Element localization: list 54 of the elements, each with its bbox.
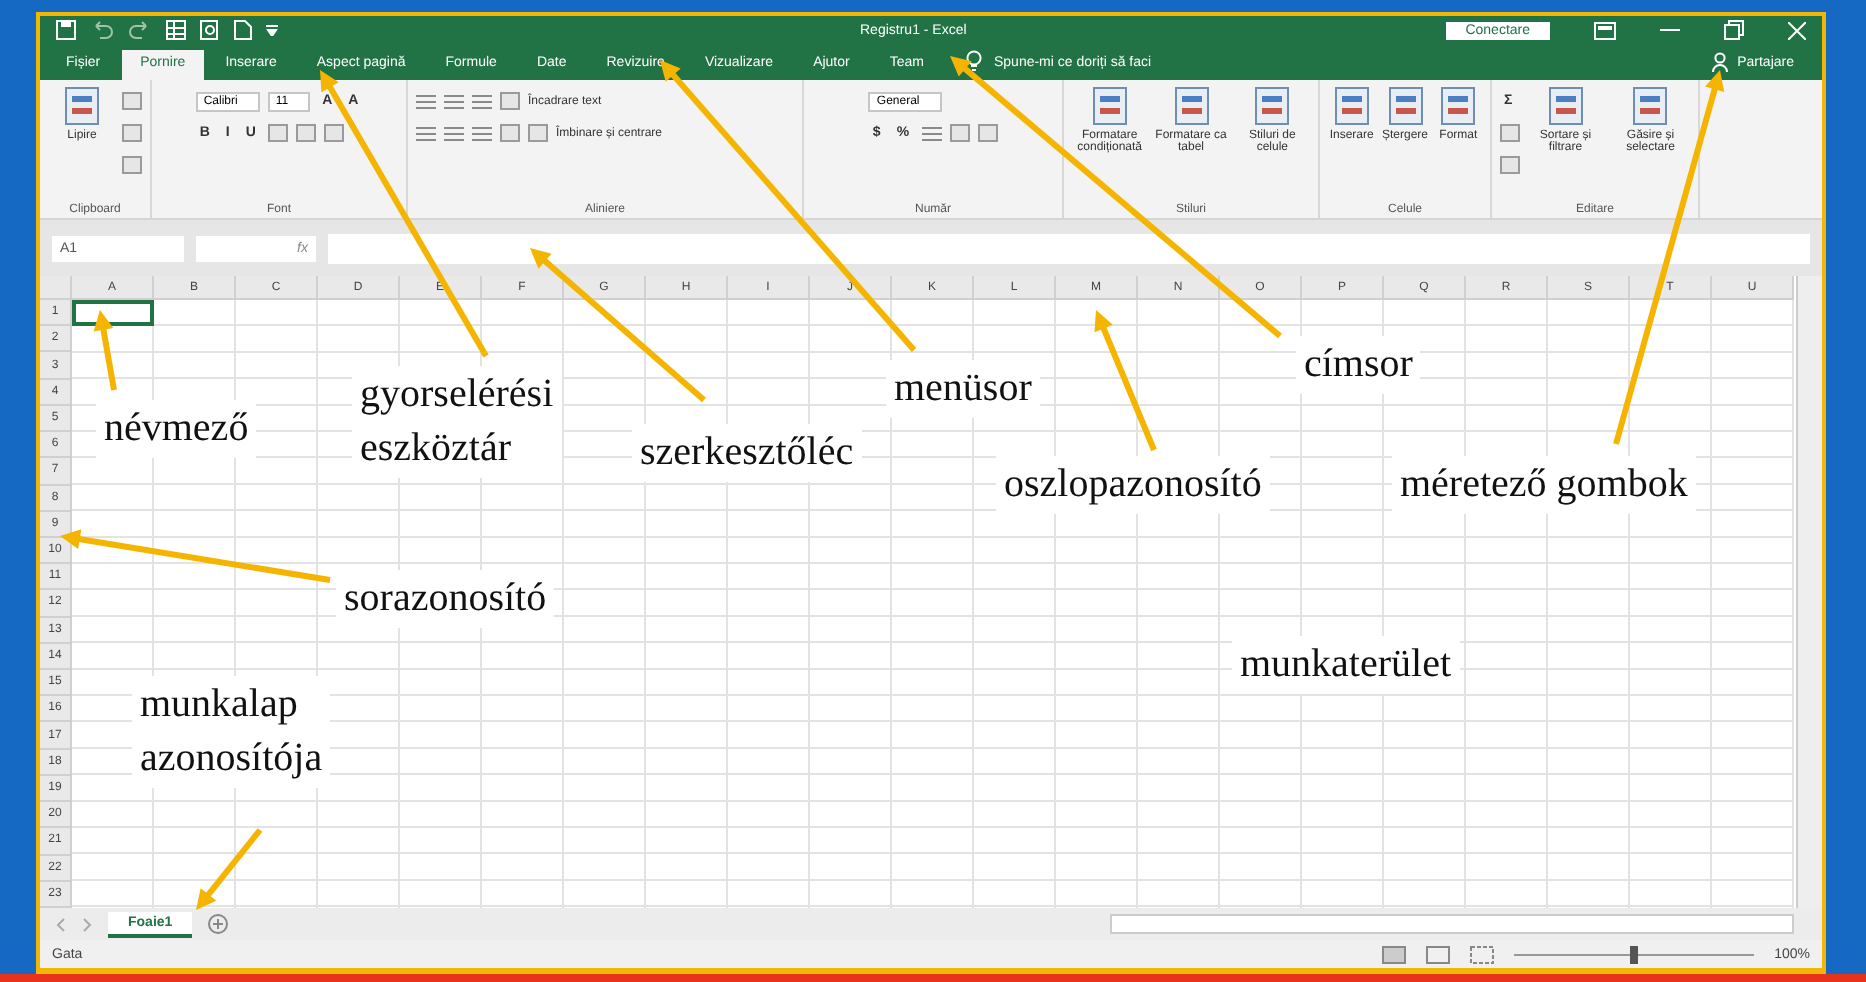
document-icon	[1091, 86, 1128, 126]
align-icon[interactable]	[472, 125, 492, 141]
align-icon[interactable]	[921, 125, 942, 141]
annotation-label: munkalap azonosítója	[132, 676, 331, 788]
ribbon-options-icon[interactable]	[1594, 21, 1616, 39]
tool-icon[interactable]	[977, 124, 998, 142]
document-icon	[1547, 86, 1584, 126]
horizontal-scrollbar[interactable]	[1110, 914, 1794, 934]
close-icon[interactable]	[1788, 21, 1806, 39]
annotation-label: gyorselérési eszköztár	[352, 366, 562, 478]
restore-icon[interactable]	[1724, 20, 1744, 40]
align-icon[interactable]	[444, 93, 464, 109]
align-icon[interactable]	[416, 125, 436, 141]
annotation-label: címsor	[1296, 336, 1421, 394]
lightbulb-icon	[965, 50, 982, 72]
zoom-slider-thumb[interactable]	[1630, 945, 1639, 963]
page-layout-icon[interactable]	[1426, 945, 1451, 963]
annotation-label: méretező gombok	[1392, 456, 1696, 514]
tool-icon[interactable]	[323, 124, 344, 142]
document-icon	[1173, 86, 1209, 126]
annotation-label: névmező	[96, 400, 257, 458]
scroll-left-icon[interactable]	[56, 917, 66, 931]
customize-icon[interactable]	[266, 24, 278, 36]
annotation-label: menüsor	[886, 360, 1040, 418]
scroll-right-icon[interactable]	[82, 917, 92, 931]
redo-icon[interactable]	[128, 20, 152, 40]
formula-bar[interactable]	[328, 233, 1810, 263]
tool-icon[interactable]	[267, 124, 288, 142]
tool-icon[interactable]	[949, 124, 970, 142]
new-document-icon[interactable]	[234, 20, 252, 40]
normal-view-icon[interactable]	[1382, 945, 1407, 963]
align-icon[interactable]	[416, 93, 436, 109]
add-sheet-icon[interactable]	[208, 914, 229, 934]
preview-icon[interactable]	[200, 20, 220, 40]
annotation-label: munkaterület	[1232, 636, 1460, 694]
annotation-label: oszlopazonosító	[996, 456, 1270, 514]
align-icon[interactable]	[444, 125, 464, 141]
tool-icon[interactable]	[295, 124, 316, 142]
save-icon[interactable]	[56, 20, 76, 40]
undo-icon[interactable]	[90, 20, 114, 40]
person-icon[interactable]	[1711, 52, 1728, 72]
document-icon	[1333, 86, 1370, 126]
page-break-icon[interactable]	[1470, 945, 1495, 963]
document-icon	[1632, 86, 1669, 126]
vertical-scrollbar[interactable]	[1796, 276, 1822, 908]
annotation-label: szerkesztőléc	[632, 424, 862, 482]
minimize-icon[interactable]	[1660, 28, 1680, 32]
document-icon	[1254, 86, 1291, 126]
document-icon	[1440, 86, 1477, 126]
annotation-label: sorazonosító	[336, 570, 555, 628]
document-icon	[1387, 86, 1423, 126]
document-icon	[64, 86, 100, 126]
align-icon[interactable]	[472, 93, 492, 109]
table-icon[interactable]	[166, 20, 186, 40]
